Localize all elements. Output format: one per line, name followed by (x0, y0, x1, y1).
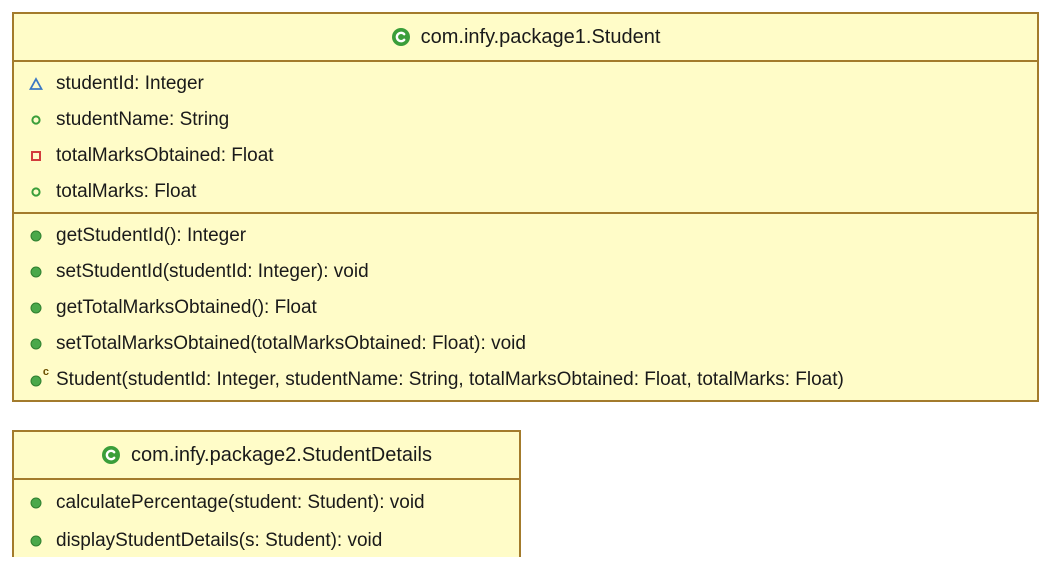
public-method-icon (28, 264, 44, 280)
operation-row[interactable]: c Student(studentId: Integer, studentNam… (14, 362, 1037, 398)
operation-row[interactable]: getStudentId(): Integer (14, 218, 1037, 254)
operation-row[interactable]: displayStudentDetails(s: Student): void (14, 522, 519, 560)
operation-row[interactable]: getTotalMarksObtained(): Float (14, 290, 1037, 326)
attribute-text: studentId: Integer (56, 73, 204, 94)
class-name: com.infy.package2.StudentDetails (131, 443, 432, 466)
operation-text: Student(studentId: Integer, studentName:… (56, 369, 844, 390)
attribute-row[interactable]: totalMarks: Float (14, 174, 1037, 210)
operation-text: displayStudentDetails(s: Student): void (56, 530, 383, 551)
attributes-section: studentId: Integer studentName: String t… (14, 62, 1037, 214)
operation-row[interactable]: calculatePercentage(student: Student): v… (14, 484, 519, 522)
operations-section: calculatePercentage(student: Student): v… (14, 480, 519, 562)
public-method-icon (28, 495, 44, 511)
public-method-icon (28, 336, 44, 352)
class-header[interactable]: com.infy.package1.Student (14, 14, 1037, 62)
operation-row[interactable]: setTotalMarksObtained(totalMarksObtained… (14, 326, 1037, 362)
constructor-icon: c (28, 366, 49, 388)
attribute-row[interactable]: studentName: String (14, 102, 1037, 138)
operation-text: setTotalMarksObtained(totalMarksObtained… (56, 333, 526, 354)
attribute-row[interactable]: studentId: Integer (14, 66, 1037, 102)
operation-text: getTotalMarksObtained(): Float (56, 297, 317, 318)
attribute-text: studentName: String (56, 109, 230, 130)
class-header[interactable]: com.infy.package2.StudentDetails (14, 432, 519, 480)
operation-row[interactable]: setStudentId(studentId: Integer): void (14, 254, 1037, 290)
attribute-row[interactable]: totalMarksObtained: Float (14, 138, 1037, 174)
operations-section: getStudentId(): Integer setStudentId(stu… (14, 214, 1037, 400)
public-method-icon (28, 533, 44, 549)
attribute-text: totalMarksObtained: Float (56, 145, 274, 166)
operation-text: calculatePercentage(student: Student): v… (56, 492, 425, 513)
operation-text: getStudentId(): Integer (56, 225, 247, 246)
public-field-icon (28, 184, 44, 200)
class-name: com.infy.package1.Student (420, 25, 661, 48)
constructor-marker: c (42, 366, 49, 378)
public-method-icon (28, 300, 44, 316)
package-visibility-icon (28, 76, 44, 92)
operation-text: setStudentId(studentId: Integer): void (56, 261, 369, 282)
class-box-student[interactable]: com.infy.package1.Student studentId: Int… (12, 12, 1039, 402)
class-c-icon (101, 445, 121, 465)
public-field-icon (28, 112, 44, 128)
private-field-icon (28, 148, 44, 164)
attribute-text: totalMarks: Float (56, 181, 197, 202)
class-c-icon (391, 27, 411, 47)
class-box-student-details[interactable]: com.infy.package2.StudentDetails calcula… (12, 430, 521, 557)
public-method-icon (28, 228, 44, 244)
